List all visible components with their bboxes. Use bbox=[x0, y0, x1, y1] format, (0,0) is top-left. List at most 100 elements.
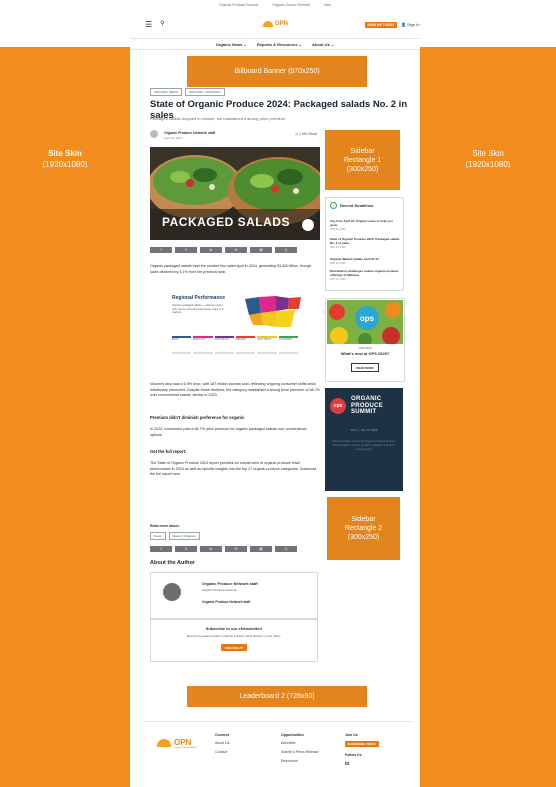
tag-state-of-organics[interactable]: State of Organics bbox=[168, 532, 200, 540]
newsletter-title: Subscribe to our eNewsletter! bbox=[205, 626, 263, 631]
headline-title: Distribution challenges reduce organic p… bbox=[330, 269, 399, 277]
menu-icon[interactable]: ☰ bbox=[145, 20, 152, 29]
skin-label: Site Skin bbox=[472, 149, 504, 158]
region-col: SOUTHEAST bbox=[257, 336, 277, 350]
nav-reports-resources[interactable]: Reports & Resources ⌄ bbox=[257, 42, 302, 47]
footer-heading: Connect bbox=[215, 733, 229, 737]
share-bar-top: f 𝕏 in ✉ ▤ ⎙ bbox=[150, 247, 297, 253]
sidebar-rectangle-1-ad[interactable]: Sidebar Rectangle 1 (300x250) bbox=[325, 130, 400, 190]
publish-date: April 24, 2024 bbox=[164, 136, 183, 140]
share-linkedin-button[interactable]: in bbox=[200, 247, 222, 253]
topbar-link-jobs[interactable]: Jobs bbox=[324, 3, 331, 7]
about-author-name[interactable]: Organic Produce Network staff bbox=[202, 582, 258, 586]
site-header: ☰ ⚲ OPN SIGN UP TODAY 👤 Sign In bbox=[130, 10, 420, 38]
footer-link-about[interactable]: About Us bbox=[215, 741, 229, 745]
headline-item[interactable]: Top 5 for April 24: Organic news to help… bbox=[330, 219, 400, 230]
user-icon: 👤 bbox=[401, 22, 406, 27]
hero-caption: PACKAGED SALADS bbox=[162, 215, 290, 229]
share-facebook-button[interactable]: f bbox=[150, 247, 172, 253]
us-region-map bbox=[245, 296, 301, 327]
footer-subscribe-button[interactable]: SUBSCRIBE TODAY bbox=[345, 741, 379, 747]
share-x-button[interactable]: 𝕏 bbox=[175, 247, 197, 253]
footer-follow-heading: Follow Us bbox=[345, 753, 362, 757]
share-email-button[interactable]: ✉ bbox=[225, 546, 247, 552]
read-time: ◷ 1 Min Read bbox=[295, 132, 317, 136]
linkedin-icon[interactable]: in bbox=[345, 761, 379, 767]
organic-produce-summit-ad[interactable]: ops ORGANIC PRODUCE SUMMIT JUL 9 – JUL 1… bbox=[325, 388, 403, 491]
article-paragraph-2: Volumes also saw a 6.5% drop, with 187 m… bbox=[150, 382, 320, 397]
share-copy-button[interactable]: ▤ bbox=[250, 546, 272, 552]
share-print-button[interactable]: ⎙ bbox=[275, 247, 297, 253]
article-paragraph-3: In 2024, consumers paid a 68.7% price pr… bbox=[150, 427, 307, 437]
ad-size: (300x250) bbox=[346, 165, 379, 173]
article-paragraph-1: Organic packaged salads held the number … bbox=[150, 264, 312, 274]
sign-in-link[interactable]: 👤 Sign In bbox=[401, 22, 420, 27]
footer-logo-mark-icon bbox=[157, 738, 171, 747]
article-subtitle: Packaged salads dropped in volume, but m… bbox=[150, 116, 287, 121]
share-x-button[interactable]: 𝕏 bbox=[175, 546, 197, 552]
about-author-card: Organic Produce Network staff Organic Pr… bbox=[150, 572, 318, 620]
headline-item[interactable]: State of Organic Produce 2024: Packaged … bbox=[330, 237, 400, 248]
logo-text: OPN bbox=[275, 21, 289, 27]
footer-opportunities: Opportunities Advertise Submit a Press R… bbox=[281, 733, 319, 768]
billboard-ad[interactable]: Billboard Banner (970x250) bbox=[187, 56, 367, 87]
share-linkedin-button[interactable]: in bbox=[200, 546, 222, 552]
site-skin-left[interactable]: Site Skin (1920x1080) bbox=[0, 47, 130, 787]
site-skin-right[interactable]: Site Skin (1920x1080) bbox=[420, 47, 556, 787]
share-copy-button[interactable]: ▤ bbox=[250, 247, 272, 253]
article-paragraph-4: The State of Organic Produce 2024 report… bbox=[150, 461, 317, 476]
footer-link-press-release[interactable]: Submit a Press Release bbox=[281, 750, 319, 754]
nav-about-us[interactable]: About Us ⌄ bbox=[312, 42, 334, 47]
brand-badge-icon bbox=[302, 219, 314, 231]
article-tags: ORGANIC NEWS GROCERY SHOPPING bbox=[150, 88, 225, 96]
site-logo[interactable]: OPN bbox=[263, 21, 288, 27]
footer-link-resources[interactable]: Resources bbox=[281, 759, 319, 763]
region-col: NORTHEAST bbox=[214, 336, 234, 350]
ad-label: Sidebar bbox=[350, 147, 375, 155]
headline-item[interactable]: Distribution challenges reduce organic p… bbox=[330, 269, 400, 280]
region-col: MIDWEST bbox=[235, 336, 256, 350]
headline-item[interactable]: Organic Market Update April 21-27 APR 23,… bbox=[330, 257, 400, 265]
newsletter-signup-button[interactable]: SIGN ME UP bbox=[221, 644, 247, 651]
topbar-link-ogs[interactable]: Organic Grower Summit bbox=[272, 3, 310, 7]
skin-label: Site Skin bbox=[48, 149, 82, 158]
tag-organic-news[interactable]: ORGANIC NEWS bbox=[150, 88, 182, 96]
ad-label: Rectangle 1 bbox=[343, 156, 382, 164]
ad-size: (300x250) bbox=[347, 534, 380, 541]
region-cell bbox=[278, 352, 298, 366]
region-table: WEST MIDSOUTH NORTHEAST MIDWEST SOUTHEAS… bbox=[172, 336, 298, 368]
headline-title: State of Organic Produce 2024: Packaged … bbox=[330, 237, 400, 245]
leaderboard-2-ad[interactable]: Leaderboard 2 (728x90) bbox=[187, 686, 367, 707]
headline-date: APR 23, 2025 bbox=[330, 261, 346, 265]
summit-title-line: ORGANIC bbox=[351, 396, 382, 402]
summit-date: JUL 9 – JUL 10, 2025 bbox=[350, 428, 378, 432]
ops-logo: ops bbox=[355, 306, 379, 330]
tag-news[interactable]: News bbox=[150, 532, 166, 540]
share-facebook-button[interactable]: f bbox=[150, 546, 172, 552]
topbar-link-ops[interactable]: Organic Produce Summit bbox=[219, 3, 258, 7]
share-email-button[interactable]: ✉ bbox=[225, 247, 247, 253]
region-cell bbox=[235, 352, 256, 366]
about-author-link[interactable]: Organic Produce Network staff bbox=[202, 600, 250, 604]
ops-promo-card: ops OPS 2025 What's new at OPS 2025? REA… bbox=[325, 298, 405, 382]
subscribe-button[interactable]: SIGN UP TODAY bbox=[365, 22, 397, 28]
ops-read-more-button[interactable]: READ MORE bbox=[351, 363, 379, 372]
footer-link-advertise[interactable]: Advertise bbox=[281, 741, 319, 745]
author-name[interactable]: Organic Produce Network staff bbox=[164, 131, 215, 135]
footer-divider bbox=[143, 721, 413, 722]
nav-organic-news[interactable]: Organic News ⌄ bbox=[216, 42, 247, 47]
footer-logo[interactable]: OPN Organic Produce Network bbox=[157, 738, 197, 749]
read-more-label: Read more about: bbox=[150, 524, 180, 528]
share-print-button[interactable]: ⎙ bbox=[275, 546, 297, 552]
region-cell bbox=[172, 352, 192, 366]
headline-title: Top 5 for April 24: Organic news to help… bbox=[330, 219, 393, 227]
heading-premium: Premium didn't diminish preference for o… bbox=[150, 415, 245, 420]
newsletter-box: Subscribe to our eNewsletter! Receive th… bbox=[150, 618, 318, 662]
read-time-label: 1 Min Read bbox=[299, 132, 317, 136]
tag-grocery-shopping[interactable]: GROCERY SHOPPING bbox=[184, 88, 225, 96]
sidebar-rectangle-2-ad[interactable]: Sidebar Rectangle 2 (300x250) bbox=[327, 497, 400, 560]
footer-link-contact[interactable]: Contact bbox=[215, 750, 229, 754]
search-icon[interactable]: ⚲ bbox=[160, 20, 164, 29]
share-bar-bottom: f 𝕏in ✉ ▤ ⎙ bbox=[150, 546, 297, 552]
about-author-org: Organic Produce Network bbox=[202, 588, 237, 592]
